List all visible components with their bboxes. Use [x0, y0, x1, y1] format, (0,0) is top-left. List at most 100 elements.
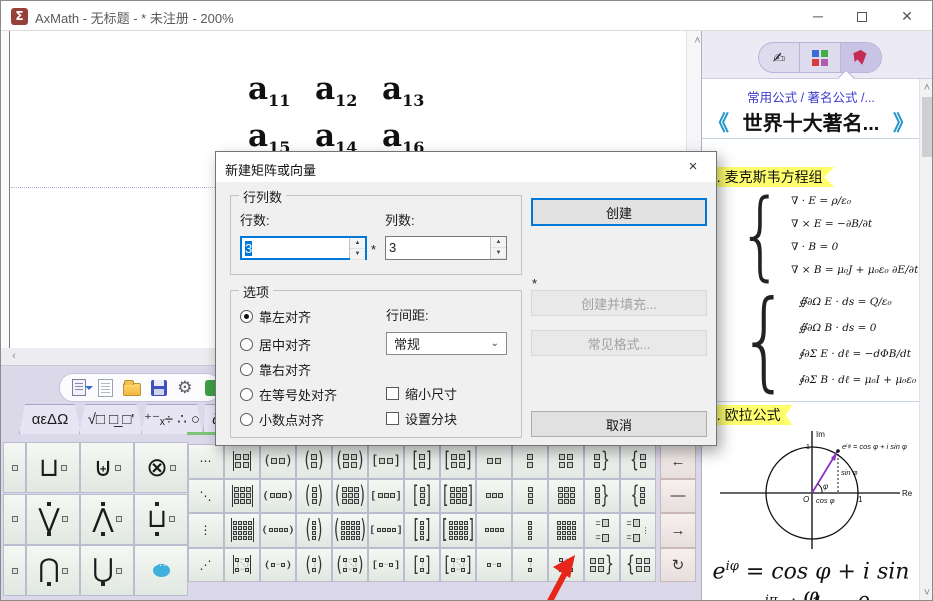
matrix-template-cell[interactable]: []	[404, 513, 440, 548]
operator-cell[interactable]: ⋃	[80, 545, 134, 596]
euler-unit-circle-diagram[interactable]: Im Re O 1 1 φ sin φ cos φ eⁱᵠ = cos φ + …	[710, 427, 914, 553]
bookmark-icon[interactable]	[841, 43, 881, 72]
matrix-template-cell[interactable]: ⋯	[476, 548, 512, 583]
matrix-template-cell[interactable]	[512, 444, 548, 479]
matrix-template-cell[interactable]	[548, 479, 584, 514]
matrix-template-cell[interactable]: }	[584, 444, 620, 479]
side-template-cell[interactable]: →	[660, 513, 696, 548]
matrix-template-cell[interactable]: []	[440, 444, 476, 479]
matrix-template-cell[interactable]: []	[404, 444, 440, 479]
matrix-template-cell[interactable]	[512, 513, 548, 548]
cols-input[interactable]: 3 ▲▼	[385, 236, 507, 260]
breadcrumb[interactable]: 常用公式 / 著名公式 /...	[702, 87, 920, 106]
palette-tab-1[interactable]: √□ □̲ □'	[79, 404, 143, 434]
matrix-template-cell[interactable]: ⋰	[188, 548, 224, 583]
matrix-template-cell[interactable]: []	[440, 513, 476, 548]
minimize-button[interactable]: ─	[796, 1, 840, 31]
dialog-close-icon[interactable]: ×	[672, 152, 714, 181]
matrix-template-cell[interactable]: ()	[260, 513, 296, 548]
operator-cell[interactable]: ⋂	[26, 545, 80, 596]
line-spacing-dropdown[interactable]: 常规⌄	[386, 332, 507, 355]
rows-input[interactable]: 3 ▲▼	[240, 236, 367, 260]
cols-spinner[interactable]: ▲▼	[490, 237, 506, 259]
save-icon[interactable]	[150, 378, 167, 398]
maximize-button[interactable]	[840, 1, 884, 31]
matrix-template-cell[interactable]: []	[368, 444, 404, 479]
matrix-template-cell[interactable]	[548, 513, 584, 548]
matrix-template-cell[interactable]: ⋯	[188, 444, 224, 479]
matrix-template-cell[interactable]: ()	[260, 444, 296, 479]
operator-slot-cell[interactable]	[3, 494, 26, 545]
matrix-template-cell[interactable]: ()	[296, 513, 332, 548]
radio-居中对齐[interactable]: 居中对齐	[240, 335, 311, 354]
matrix-template-cell[interactable]: ()	[332, 479, 368, 514]
side-template-cell[interactable]: ←	[660, 444, 696, 479]
radio-小数点对齐[interactable]: 小数点对齐	[240, 410, 324, 429]
matrix-template-cell[interactable]	[476, 479, 512, 514]
cancel-button[interactable]: 取消	[531, 411, 707, 437]
matrix-template-cell[interactable]: []	[404, 479, 440, 514]
operator-slot-cell[interactable]	[3, 442, 26, 493]
matrix-template-cell[interactable]: []	[368, 479, 404, 514]
gear-icon[interactable]: ⚙	[176, 378, 193, 398]
scroll-down-icon[interactable]: ˅	[920, 587, 933, 599]
next-collection-button[interactable]: 》	[893, 107, 914, 137]
matrix-template-cell[interactable]: (⋯)	[260, 548, 296, 583]
new-document-icon[interactable]	[96, 378, 113, 398]
close-button[interactable]: ✕	[885, 1, 929, 31]
matrix-template-cell[interactable]: {	[620, 479, 656, 514]
matrix-template-cell[interactable]: (⋮)	[296, 548, 332, 583]
library-scrollbar[interactable]: ˄ ˅	[919, 79, 933, 601]
radio-在等号处对齐[interactable]: 在等号处对齐	[240, 385, 337, 404]
radio-靠右对齐[interactable]: 靠右对齐	[240, 360, 311, 379]
symbol-grid-icon[interactable]	[800, 43, 840, 72]
matrix-template-cell[interactable]: {	[620, 548, 656, 583]
prev-collection-button[interactable]: 《	[708, 107, 729, 137]
matrix-template-cell[interactable]: ()	[332, 513, 368, 548]
side-template-cell[interactable]: ↻	[660, 548, 696, 583]
scroll-left-icon[interactable]: ‹	[7, 350, 21, 362]
maxwell-integral-equations[interactable]: { ∯∂Ω E · ds = Q∕ε₀∯∂Ω B · ds = 0∮∂Σ E ·…	[730, 289, 933, 393]
rows-spinner[interactable]: ▲▼	[349, 238, 365, 258]
radio-靠左对齐[interactable]: 靠左对齐	[240, 307, 311, 326]
operator-cell[interactable]: ⊔	[26, 442, 80, 493]
matrix-template-cell[interactable]: ()	[260, 479, 296, 514]
matrix-template-cell[interactable]: ⋱	[188, 479, 224, 514]
matrix-template-cell[interactable]: {	[620, 444, 656, 479]
matrix-template-cell[interactable]: [⋮]	[404, 548, 440, 583]
operator-cell[interactable]: ⋁	[26, 494, 80, 545]
matrix-template-cell[interactable]	[224, 513, 260, 548]
matrix-template-cell[interactable]: }	[584, 548, 620, 583]
side-template-cell[interactable]: —	[660, 479, 696, 514]
operator-cell[interactable]: ⊗	[134, 442, 188, 493]
operator-cell[interactable]: ⊎	[80, 442, 134, 493]
matrix-template-cell[interactable]	[224, 444, 260, 479]
open-folder-icon[interactable]	[123, 378, 141, 398]
shrink-size-checkbox[interactable]: 缩小尺寸	[386, 384, 457, 403]
palette-tab-2[interactable]: ⁺⁻ₓ÷ ∴ ○	[141, 404, 203, 434]
scroll-up-icon[interactable]: ˄	[920, 82, 933, 94]
matrix-template-cell[interactable]: [⋯⋮⋱⋮⋯]	[440, 548, 476, 583]
maxwell-differential-equations[interactable]: { ∇ · E = ρ∕ε₀∇ × E = −∂B∕∂t∇ · B = 0∇ ×…	[730, 189, 918, 281]
create-button[interactable]: 创建	[531, 198, 707, 226]
matrix-template-cell[interactable]	[512, 479, 548, 514]
matrix-template-cell[interactable]: []	[368, 513, 404, 548]
operator-cell[interactable]: ⋀	[80, 494, 134, 545]
operator-slot-cell[interactable]	[3, 545, 26, 596]
matrix-template-cell[interactable]: }	[584, 479, 620, 514]
set-blocks-checkbox[interactable]: 设置分块	[386, 409, 457, 428]
matrix-template-cell[interactable]: ⋯⋮⋱⋮⋯	[224, 548, 260, 583]
matrix-template-cell[interactable]: (⋯⋮⋱⋮⋯)	[332, 548, 368, 583]
euler-identity-formula[interactable]: eiπ + 1 = 0	[702, 593, 920, 601]
matrix-template-cell[interactable]: ⋮	[188, 513, 224, 548]
matrix-template-cell[interactable]	[224, 479, 260, 514]
matrix-template-cell[interactable]: ()	[332, 444, 368, 479]
matrix-template-cell[interactable]: ()	[296, 479, 332, 514]
matrix-template-cell[interactable]	[476, 444, 512, 479]
matrix-template-cell[interactable]: ==⋮	[620, 513, 656, 548]
operator-cell[interactable]	[134, 545, 188, 596]
sketch-input-icon[interactable]: ✍	[759, 43, 799, 72]
palette-tab-0[interactable]: αεΔΩ	[19, 404, 81, 434]
matrix-template-cell[interactable]	[548, 444, 584, 479]
menu-icon[interactable]	[70, 378, 87, 398]
